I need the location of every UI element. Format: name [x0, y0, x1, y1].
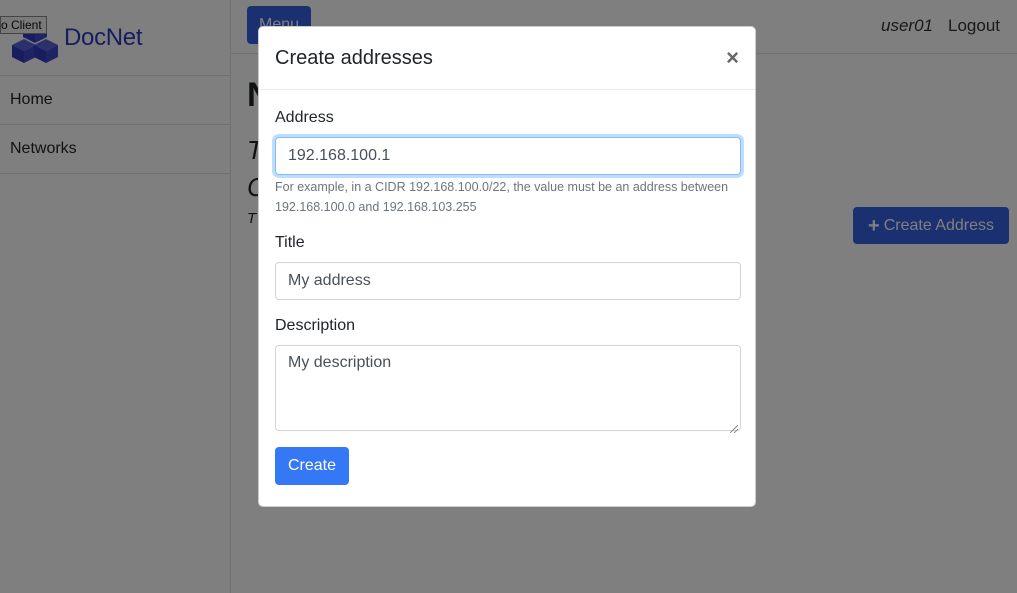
address-input[interactable]: 192.168.100.1	[275, 137, 741, 175]
address-help-text: For example, in a CIDR 192.168.100.0/22,…	[275, 180, 729, 214]
address-label: Address	[275, 109, 334, 126]
modal-body: Address 192.168.100.1 For example, in a …	[259, 90, 755, 485]
create-button[interactable]: Create	[275, 447, 350, 485]
resize-grip-icon[interactable]	[729, 420, 739, 434]
title-value: My address	[288, 272, 371, 289]
modal-header: Create addresses ×	[259, 27, 755, 90]
title-label: Title	[275, 234, 305, 251]
title-group: Title My address	[275, 234, 741, 300]
description-textarea[interactable]: My description	[275, 345, 741, 434]
modal-title: Create addresses	[275, 46, 433, 69]
address-group: Address 192.168.100.1 For example, in a …	[275, 109, 741, 217]
description-group: Description My description	[275, 317, 741, 434]
title-input[interactable]: My address	[275, 262, 741, 300]
description-label: Description	[275, 317, 356, 334]
close-icon[interactable]: ×	[726, 47, 739, 69]
create-addresses-modal: Create addresses × Address 192.168.100.1…	[258, 26, 756, 507]
description-value: My description	[288, 354, 392, 371]
address-value: 192.168.100.1	[288, 147, 391, 164]
